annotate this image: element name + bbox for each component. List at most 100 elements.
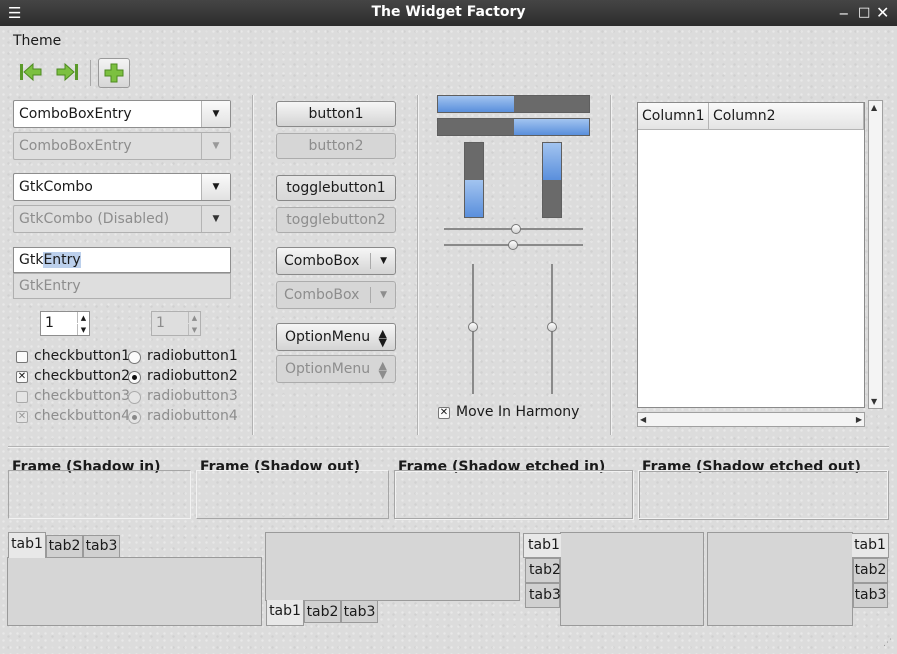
checkbutton2-box[interactable]: ✕	[16, 371, 28, 383]
spin-button[interactable]: 1 ▲ ▼	[40, 311, 90, 336]
combobox-label: ComboBox	[284, 253, 360, 269]
spin-down-icon: ▼	[188, 324, 200, 335]
horizontal-scrollbar[interactable]: ◀ ▶	[637, 412, 865, 427]
togglebutton1[interactable]: togglebutton1	[276, 175, 396, 201]
column-separator	[252, 95, 254, 435]
vscale-2-slider[interactable]	[547, 322, 557, 332]
button2: button2	[276, 133, 396, 159]
maximize-icon[interactable]: □	[858, 3, 870, 23]
scroll-left-icon[interactable]: ◀	[640, 415, 646, 424]
hscale-2-slider[interactable]	[508, 240, 518, 250]
checkbutton2-label[interactable]: checkbutton2	[34, 368, 130, 384]
radiobutton1-label[interactable]: radiobutton1	[147, 348, 238, 364]
notebook-left-tab1[interactable]: tab1	[523, 533, 561, 558]
notebook-right-tab1[interactable]: tab1	[852, 533, 889, 558]
minimize-icon[interactable]: ‒	[839, 3, 849, 23]
column2-header[interactable]: Column2	[709, 103, 864, 130]
widget-factory-window: ☰ The Widget Factory ‒ □ ✕ Theme ComboBo…	[0, 0, 897, 654]
spin-up-icon[interactable]: ▲	[77, 312, 89, 323]
radiobutton4-label: radiobutton4	[147, 408, 238, 424]
toolbar-separator	[90, 60, 91, 86]
notebook-top-tab1[interactable]: tab1	[8, 532, 46, 558]
go-last-button[interactable]	[53, 58, 83, 86]
progress-fill	[513, 119, 589, 135]
notebook-right-tab2[interactable]: tab2	[853, 558, 888, 583]
menu-theme[interactable]: Theme	[13, 33, 61, 49]
frame-shadow-out	[196, 470, 389, 519]
button1[interactable]: button1	[276, 101, 396, 127]
go-first-icon	[20, 62, 42, 82]
hscale-1-slider[interactable]	[511, 224, 521, 234]
checkbutton4-label: checkbutton4	[34, 408, 131, 424]
scroll-down-icon[interactable]: ▼	[871, 397, 877, 406]
column-separator	[417, 95, 419, 435]
notebook-bottom-tab1[interactable]: tab1	[266, 600, 304, 626]
gtk-combo[interactable]: GtkCombo ▼	[13, 173, 231, 201]
radiobutton3-label: radiobutton3	[147, 388, 238, 404]
togglebutton2: togglebutton2	[276, 207, 396, 233]
frame-shadow-etched-in	[394, 470, 633, 519]
chevron-down-icon: ▼	[201, 206, 230, 232]
notebook-left-tab2[interactable]: tab2	[525, 558, 561, 583]
chevron-down-icon[interactable]: ▼	[201, 101, 230, 127]
progress-fill	[543, 143, 561, 180]
chevron-down-icon: ▼	[380, 256, 387, 266]
go-last-icon	[56, 62, 78, 82]
scroll-up-icon[interactable]: ▲	[871, 103, 877, 112]
notebook-left-page	[560, 532, 704, 626]
notebook-bottom-page	[265, 532, 520, 601]
vscale-1-slider[interactable]	[468, 322, 478, 332]
notebook-top-tab2[interactable]: tab2	[46, 535, 83, 558]
column1-header[interactable]: Column1	[638, 103, 709, 130]
tree-view[interactable]: Column1 Column2	[637, 102, 865, 408]
vertical-scrollbar[interactable]: ▲ ▼	[868, 100, 883, 409]
radiobutton1-circle[interactable]	[128, 351, 141, 364]
add-button[interactable]	[98, 58, 130, 88]
combo-box-entry[interactable]: ComboBoxEntry ▼	[13, 100, 231, 128]
gtk-entry-disabled-text: GtkEntry	[19, 278, 81, 294]
spin-button-disabled: 1 ▲ ▼	[151, 311, 201, 336]
checkbutton1-label[interactable]: checkbutton1	[34, 348, 130, 364]
notebook-right-page	[707, 532, 853, 626]
radiobutton2-label[interactable]: radiobutton2	[147, 368, 238, 384]
chevron-down-icon[interactable]: ▼	[201, 174, 230, 200]
updown-arrow-icon: ▲ ▼	[378, 327, 387, 349]
close-icon[interactable]: ✕	[876, 3, 889, 23]
progress-fill	[438, 96, 514, 112]
go-first-button[interactable]	[15, 58, 45, 86]
progress-bar-horizontal-2	[437, 118, 590, 136]
gtk-entry-selection: Entry	[43, 252, 81, 268]
checkbutton1-box[interactable]	[16, 351, 28, 363]
move-in-harmony-checkbox[interactable]: ✕	[438, 407, 450, 419]
spin-button-value: 1	[45, 315, 54, 331]
scroll-right-icon[interactable]: ▶	[856, 415, 862, 424]
notebook-right-tab3[interactable]: tab3	[853, 583, 888, 608]
combo-box-entry-text[interactable]: ComboBoxEntry	[19, 106, 132, 122]
updown-arrow-icon: ▲ ▼	[378, 359, 387, 381]
gtk-entry[interactable]: GtkEntry	[13, 247, 231, 273]
progress-bar-vertical-2	[542, 142, 562, 218]
move-in-harmony-label[interactable]: Move In Harmony	[456, 404, 579, 420]
radiobutton4-circle	[128, 411, 141, 424]
horizontal-separator	[8, 446, 889, 448]
gtk-combo-disabled: GtkCombo (Disabled) ▼	[13, 205, 231, 233]
notebook-left-tab3[interactable]: tab3	[525, 583, 561, 608]
gtk-combo-text[interactable]: GtkCombo	[19, 179, 93, 195]
combobox-disabled-label: ComboBox	[284, 287, 360, 303]
frame-shadow-etched-out	[638, 470, 888, 519]
notebook-top-tab3[interactable]: tab3	[83, 535, 120, 558]
combobox[interactable]: ComboBox ▼	[276, 247, 396, 275]
spin-button-disabled-value: 1	[156, 315, 165, 331]
checkbutton3-label: checkbutton3	[34, 388, 131, 404]
add-icon	[104, 63, 124, 83]
combo-box-entry-disabled-text: ComboBoxEntry	[19, 138, 132, 154]
spin-down-icon[interactable]: ▼	[77, 324, 89, 335]
option-menu[interactable]: OptionMenu ▲ ▼	[276, 323, 396, 351]
resize-grip-icon[interactable]: ⋰	[883, 639, 895, 652]
option-menu-label: OptionMenu	[285, 329, 371, 345]
notebook-bottom-tab3[interactable]: tab3	[341, 600, 378, 623]
notebook-bottom-tab2[interactable]: tab2	[304, 600, 341, 623]
spin-up-icon: ▲	[188, 312, 200, 323]
gtk-entry-text: Gtk	[19, 252, 44, 268]
radiobutton2-circle[interactable]	[128, 371, 141, 384]
